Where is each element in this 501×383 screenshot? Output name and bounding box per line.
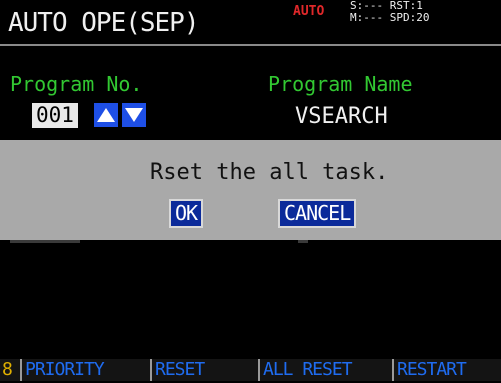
pendant-screen: AUTO OPE(SEP) AUTO S:--- RST:1 M:--- SPD… <box>0 0 501 383</box>
arrow-down-icon <box>125 108 143 122</box>
program-number-field[interactable]: 001 <box>32 103 78 128</box>
title-bar: AUTO OPE(SEP) AUTO S:--- RST:1 M:--- SPD… <box>0 0 501 44</box>
screen-title: AUTO OPE(SEP) <box>8 8 199 38</box>
dialog-message: Rset the all task. <box>150 160 389 185</box>
restart-key[interactable]: RESTART <box>392 359 501 381</box>
reset-key[interactable]: RESET <box>150 359 258 381</box>
fkey-8-indicator: 8 <box>0 359 20 381</box>
status-readout: S:--- RST:1 M:--- SPD:20 <box>350 0 429 24</box>
confirm-dialog: Rset the all task. OK CANCEL <box>0 140 501 240</box>
program-name-label: Program Name <box>268 72 413 96</box>
background-remnant <box>298 240 308 243</box>
status-line-2: M:--- SPD:20 <box>350 11 430 24</box>
ok-button[interactable]: OK <box>169 199 204 228</box>
program-name-value: VSEARCH <box>295 104 388 129</box>
background-remnant <box>10 240 80 243</box>
arrow-up-icon <box>97 108 115 122</box>
title-divider <box>0 44 501 46</box>
priority-key[interactable]: PRIORITY <box>20 359 150 381</box>
program-up-button[interactable] <box>94 103 118 127</box>
function-key-bar: 8 PRIORITY RESET ALL RESET RESTART <box>0 357 501 383</box>
all-reset-key[interactable]: ALL RESET <box>258 359 392 381</box>
auto-mode-badge: AUTO <box>293 4 325 19</box>
cancel-button[interactable]: CANCEL <box>278 199 357 228</box>
program-down-button[interactable] <box>122 103 146 127</box>
program-number-label: Program No. <box>10 72 143 96</box>
